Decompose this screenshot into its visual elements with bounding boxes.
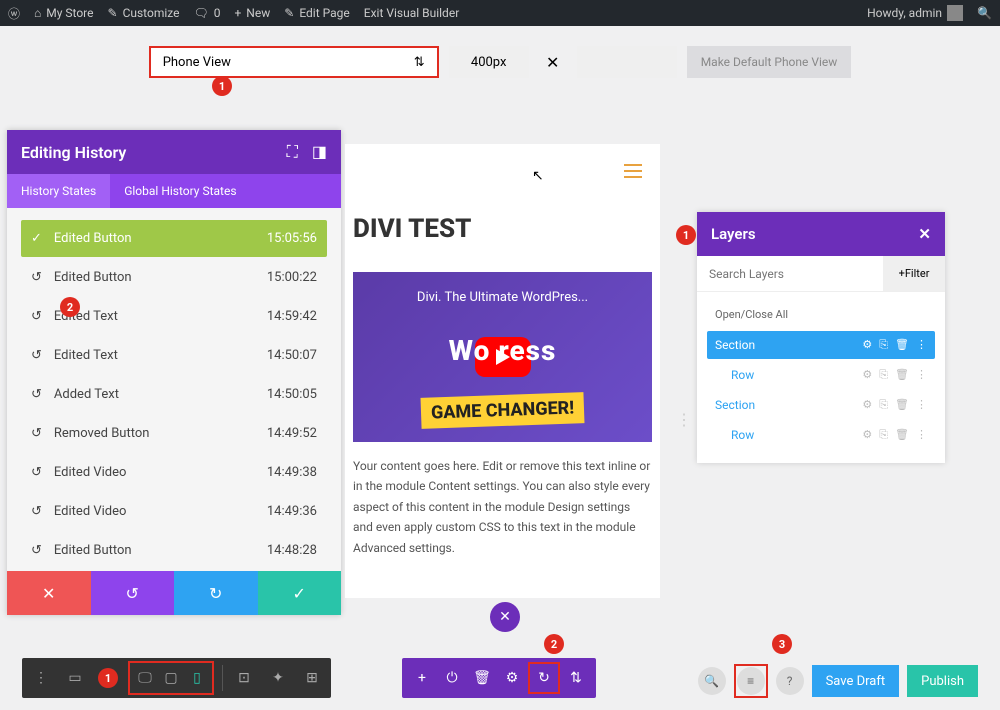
history-item[interactable]: ↺Edited Video14:49:38 — [21, 454, 327, 491]
zoom-icon[interactable]: ⊡ — [231, 665, 257, 691]
wp-howdy[interactable]: Howdy, admin — [867, 5, 963, 21]
expand-icon[interactable]: ⛶ — [287, 142, 298, 162]
sliders-icon[interactable]: ⇅ — [562, 664, 590, 692]
wireframe-icon[interactable]: ▭ — [62, 665, 88, 691]
wp-customize[interactable]: ✎ Customize — [108, 6, 180, 20]
video-title: Divi. The Ultimate WordPres... — [353, 290, 652, 305]
open-close-all[interactable]: Open/Close All — [707, 304, 935, 331]
wp-admin-bar: ⓦ ⌂ My Store ✎ Customize 🗨 0 + New ✎ Edi… — [0, 0, 1000, 26]
bottom-toolbar: ⋮ ▭ 1 🖵 ▢ ▯ ⊡ ✦ ⊞ — [22, 658, 331, 698]
badge-1: 1 — [212, 76, 232, 96]
tab-global-history[interactable]: Global History States — [110, 174, 250, 208]
history-item[interactable]: ↺Edited Button15:00:22 — [21, 259, 327, 296]
phone-icon[interactable]: ▯ — [184, 665, 210, 691]
history-item[interactable]: ↺Edited Video14:49:36 — [21, 493, 327, 530]
history-discard[interactable]: ✕ — [7, 571, 91, 615]
page-canvas: DIVI TEST Divi. The Ultimate WordPres...… — [345, 144, 660, 598]
history-item[interactable]: ↺Edited Text14:50:07 — [21, 337, 327, 374]
save-draft-button[interactable]: Save Draft — [812, 665, 900, 697]
history-undo[interactable]: ↺ — [91, 571, 175, 615]
badge-builder-2: 2 — [544, 634, 564, 654]
badge-layers-3: 3 — [772, 634, 792, 654]
cursor-icon: ↖ — [532, 168, 544, 184]
history-apply[interactable]: ✓ — [258, 571, 342, 615]
wp-logo-icon[interactable]: ⓦ — [8, 5, 20, 22]
history-item[interactable]: ↺Added Text14:50:05 — [21, 376, 327, 413]
help-icon[interactable]: ? — [776, 667, 804, 695]
page-title: DIVI TEST — [345, 198, 660, 272]
view-close[interactable]: ✕ — [539, 46, 567, 78]
wp-comments[interactable]: 🗨 0 — [194, 6, 221, 20]
view-toolbar: Phone View⇅ 400px ✕ Make Default Phone V… — [0, 26, 1000, 92]
hamburger-icon[interactable] — [624, 164, 642, 178]
layer-row[interactable]: Row⚙⎘🗑⋮ — [707, 421, 935, 449]
layer-row[interactable]: Row⚙⎘🗑⋮ — [707, 361, 935, 389]
history-title: Editing History — [21, 143, 126, 162]
search-circle-icon[interactable]: 🔍 — [698, 667, 726, 695]
history-icon[interactable]: ↻ — [530, 664, 558, 692]
close-fab[interactable]: ✕ — [490, 602, 520, 632]
layer-sec[interactable]: Section⚙⎘🗑⋮ — [707, 331, 935, 359]
dock-icon[interactable]: ◨ — [312, 142, 327, 162]
desktop-icon[interactable]: 🖵 — [132, 665, 158, 691]
layers-panel: Layers ✕ + Filter Open/Close All Section… — [697, 212, 945, 463]
make-default-button[interactable]: Make Default Phone View — [687, 46, 852, 78]
video-text: Wo ress — [449, 334, 557, 367]
text-module[interactable]: Your content goes here. Edit or remove t… — [345, 442, 660, 558]
history-redo[interactable]: ↻ — [174, 571, 258, 615]
layers-filter-button[interactable]: + Filter — [883, 256, 945, 291]
wp-edit-page[interactable]: ✎ Edit Page — [284, 6, 350, 20]
layer-secplain[interactable]: Section⚙⎘🗑⋮ — [707, 391, 935, 419]
menu-icon[interactable]: ⋮ — [28, 665, 54, 691]
layers-title: Layers — [711, 225, 756, 243]
wp-new[interactable]: + New — [234, 6, 270, 20]
search-icon[interactable]: 🔍 — [977, 6, 992, 20]
layers-circle-icon[interactable]: ≡ — [737, 667, 765, 695]
layers-search-input[interactable] — [697, 256, 883, 291]
builder-toolbar: + ⏻ 🗑 ⚙ ↻ ⇅ — [402, 658, 596, 698]
history-item[interactable]: ✓Edited Button15:05:56 — [21, 220, 327, 257]
badge-layers-1: 1 — [676, 225, 696, 245]
tablet-icon[interactable]: ▢ — [158, 665, 184, 691]
tab-history-states[interactable]: History States — [7, 174, 110, 208]
hover-icon[interactable]: ✦ — [265, 665, 291, 691]
history-item[interactable]: ↺Removed Button14:49:52 — [21, 415, 327, 452]
badge-2: 2 — [60, 297, 80, 317]
wp-site[interactable]: ⌂ My Store — [34, 6, 93, 20]
view-height[interactable] — [577, 46, 677, 78]
wp-exit-builder[interactable]: Exit Visual Builder — [364, 6, 460, 20]
badge-bottom-1: 1 — [98, 668, 118, 688]
bottom-right-actions: 🔍 ≡ ? Save Draft Publish — [698, 664, 978, 698]
video-banner: GAME CHANGER! — [420, 392, 584, 429]
power-icon[interactable]: ⏻ — [438, 664, 466, 692]
view-width[interactable]: 400px — [449, 46, 529, 78]
trash-icon[interactable]: 🗑 — [468, 664, 496, 692]
history-panel: Editing History ⛶ ◨ History States Globa… — [7, 130, 341, 615]
view-select[interactable]: Phone View⇅ — [149, 46, 439, 78]
layers-close-icon[interactable]: ✕ — [918, 225, 931, 243]
video-module[interactable]: Divi. The Ultimate WordPres... Wo ress G… — [353, 272, 652, 442]
publish-button[interactable]: Publish — [907, 665, 978, 697]
gear-icon[interactable]: ⚙ — [498, 664, 526, 692]
history-item[interactable]: ↺Edited Button14:48:28 — [21, 532, 327, 569]
grid-icon[interactable]: ⊞ — [299, 665, 325, 691]
select-arrows-icon: ⇅ — [414, 55, 425, 70]
add-icon[interactable]: + — [408, 664, 436, 692]
